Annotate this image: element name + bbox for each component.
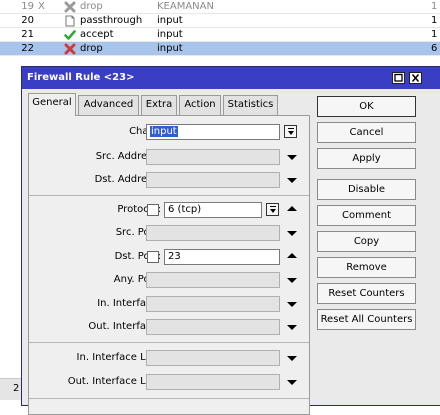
rule-action: accept [80, 29, 114, 40]
out-interface-label: Out. Interface: [88, 321, 161, 332]
protocol-dropdown-icon[interactable] [266, 203, 279, 216]
dst-address-label: Dst. Address: [94, 174, 161, 185]
dialog-titlebar[interactable]: Firewall Rule <23> [22, 67, 440, 89]
in-interface-list-label: In. Interface List: [76, 352, 161, 363]
in-interface-expand-icon[interactable] [287, 302, 297, 307]
table-row[interactable]: 21 accept input 1 [0, 28, 440, 42]
disabled-flag: X [38, 1, 45, 12]
dst-port-collapse-icon[interactable] [287, 253, 297, 258]
disable-button[interactable]: Disable [317, 179, 416, 200]
ok-button[interactable]: OK [317, 96, 416, 117]
tab-extra[interactable]: Extra [141, 95, 177, 115]
table-row-selected[interactable]: 22 drop input 6 [0, 42, 440, 56]
section-divider [29, 342, 309, 343]
rule-action: passthrough [80, 15, 143, 26]
protocol-negate-checkbox[interactable] [147, 204, 159, 216]
rule-number: 22 [21, 43, 34, 54]
protocol-collapse-icon[interactable] [287, 206, 297, 211]
any-port-field[interactable] [146, 272, 280, 288]
section-divider [29, 195, 309, 196]
section-divider [29, 398, 309, 399]
dst-address-field[interactable] [146, 172, 280, 188]
rule-number: 21 [21, 29, 34, 40]
drop-icon [64, 43, 76, 55]
protocol-label: Protocol: [117, 204, 161, 215]
maximize-icon[interactable] [392, 72, 405, 84]
dst-address-expand-icon[interactable] [287, 178, 297, 183]
out-interface-list-field[interactable] [146, 374, 280, 390]
protocol-select[interactable]: 6 (tcp) [164, 202, 262, 218]
rule-number: 19 [21, 1, 34, 12]
cancel-button[interactable]: Cancel [317, 122, 416, 143]
rule-chain: KEAMANAN [157, 1, 214, 12]
rule-chain: input [157, 43, 183, 54]
src-port-expand-icon[interactable] [287, 231, 297, 236]
in-interface-field[interactable] [146, 296, 280, 312]
chain-dropdown-icon[interactable] [284, 125, 297, 138]
rule-chain: input [157, 29, 183, 40]
in-interface-list-field[interactable] [146, 350, 280, 366]
close-icon[interactable] [409, 72, 422, 84]
in-interface-list-expand-icon[interactable] [287, 356, 297, 361]
drop-icon [64, 1, 76, 13]
in-interface-label: In. Interface: [97, 298, 161, 309]
dst-port-label: Dst. Port: [114, 251, 161, 262]
rule-trailing-value: 1 [431, 1, 438, 12]
chain-value: input [150, 126, 178, 137]
chain-label: Chain: [29, 126, 161, 137]
any-port-label: Any. Port: [113, 274, 161, 285]
out-interface-list-expand-icon[interactable] [287, 380, 297, 385]
table-row[interactable]: 20 passthrough input 1 [0, 14, 440, 28]
src-address-expand-icon[interactable] [287, 155, 297, 160]
out-interface-list-label: Out. Interface List: [67, 376, 161, 387]
rule-number: 20 [21, 15, 34, 26]
chain-select[interactable]: input [146, 124, 280, 140]
rule-action: drop [80, 1, 103, 12]
status-count: 2 [13, 383, 20, 394]
tab-advanced[interactable]: Advanced [78, 95, 139, 115]
any-port-expand-icon[interactable] [287, 278, 297, 283]
rule-chain: input [157, 15, 183, 26]
src-address-field[interactable] [146, 149, 280, 165]
remove-button[interactable]: Remove [317, 257, 416, 278]
tab-statistics[interactable]: Statistics [223, 95, 278, 115]
reset-counters-button[interactable]: Reset Counters [317, 283, 416, 304]
rule-trailing-value: 1 [431, 29, 438, 40]
src-address-label: Src. Address: [95, 151, 161, 162]
tab-action[interactable]: Action [179, 95, 221, 115]
firewall-rule-dialog: Firewall Rule <23> General Advanced Extr… [21, 66, 440, 415]
rule-action: drop [80, 43, 103, 54]
dialog-title: Firewall Rule <23> [27, 72, 135, 83]
dst-port-negate-checkbox[interactable] [147, 251, 159, 263]
general-tab-panel: Chain: input Src. Address: Dst. Address:… [28, 115, 310, 415]
accept-icon [64, 29, 76, 41]
src-port-field[interactable] [146, 225, 280, 241]
out-interface-expand-icon[interactable] [287, 325, 297, 330]
copy-button[interactable]: Copy [317, 231, 416, 252]
comment-button[interactable]: Comment [317, 205, 416, 226]
dst-port-field[interactable]: 23 [164, 249, 280, 265]
out-interface-field[interactable] [146, 319, 280, 335]
tab-general[interactable]: General [28, 93, 76, 116]
rule-trailing-value: 6 [431, 43, 438, 54]
table-row[interactable]: 19 X drop KEAMANAN 1 [0, 0, 440, 14]
reset-all-counters-button[interactable]: Reset All Counters [317, 309, 416, 330]
apply-button[interactable]: Apply [317, 148, 416, 169]
passthrough-icon [64, 15, 76, 27]
src-port-label: Src. Port: [115, 227, 161, 238]
rule-trailing-value: 1 [431, 15, 438, 26]
